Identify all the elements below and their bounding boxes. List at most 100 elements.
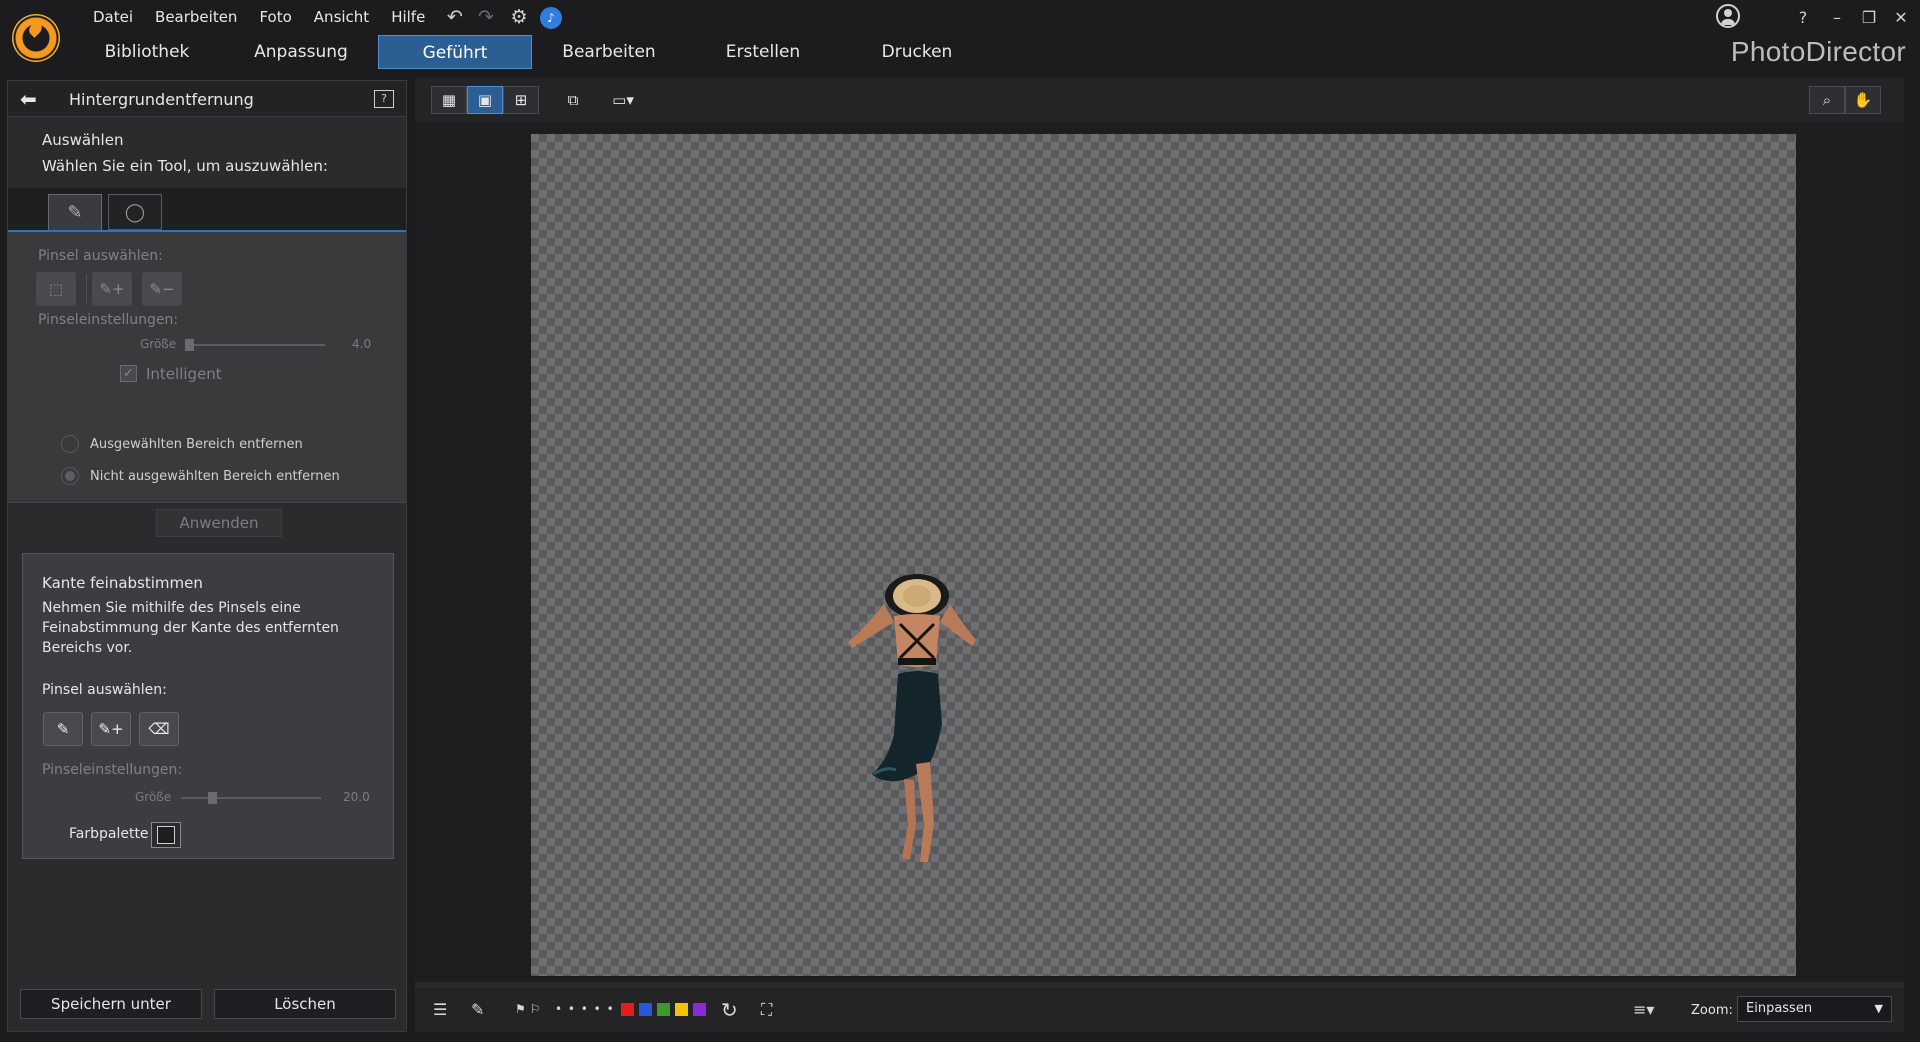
size-slider-knob[interactable] [185,339,194,351]
compare-view-icon[interactable]: ⧉ [555,86,591,114]
refine-brush-settings-label: Pinseleinstellungen: [42,762,183,778]
color-palette-swatch[interactable] [151,822,181,848]
refine-add-brush-icon[interactable]: ✎+ [91,712,131,746]
top-bar: Datei Bearbeiten Foto Ansicht Hilfe ↶ ↷ … [0,0,1920,76]
viewer-toolbar: ▦ ▣ ⊞ ⧉ ▭▾ ⌕ ✋ [415,78,1904,122]
image-viewer: ▦ ▣ ⊞ ⧉ ▭▾ ⌕ ✋ ☰ ✎ ⚑ ⚐ • • • • • ↻ ⛶ ≡▾ … [415,78,1904,1032]
canvas-area [415,122,1904,982]
select-heading: Auswählen [42,131,124,149]
auto-select-brush-icon[interactable]: ⬚ [36,272,76,306]
brand-wordmark: PhotoDirector [1730,36,1906,67]
refine-brush-select-label: Pinsel auswählen: [42,682,167,698]
rating-dots[interactable]: • • • • • [555,1002,615,1016]
panel-help-icon[interactable]: ? [374,90,394,108]
color-label-green[interactable] [657,1003,670,1016]
remove-selected-radio[interactable] [61,435,79,453]
menu-hilfe[interactable]: Hilfe [380,6,436,28]
module-tabs: Bibliothek Anpassung Geführt Bearbeiten … [70,35,994,69]
color-label-yellow[interactable] [675,1003,688,1016]
size-slider-track[interactable] [185,344,325,346]
delete-button[interactable]: Löschen [214,989,396,1019]
status-bar: ☰ ✎ ⚑ ⚐ • • • • • ↻ ⛶ ≡▾ Zoom: Einpassen… [415,988,1904,1032]
intelligent-checkbox[interactable]: ✓ [120,365,137,382]
menu-foto[interactable]: Foto [248,6,302,28]
selection-tool-tabs: ✎ ◯ [8,188,406,232]
refine-description: Nehmen Sie mithilfe des Pinsels eine Fei… [42,600,339,656]
remove-selected-label: Ausgewählten Bereich entfernen [90,437,303,452]
restore-icon[interactable]: ❐ [1856,4,1882,30]
menu-ansicht[interactable]: Ansicht [303,6,380,28]
cutout-woman-figure [848,574,976,862]
edit-tags-icon[interactable]: ✎ [471,1000,484,1019]
panel-header: ⬅ Hintergrundentfernung ? [8,81,406,117]
help-icon[interactable]: ? [1790,4,1816,30]
refine-eraser-icon[interactable]: ⌫ [139,712,179,746]
close-icon[interactable]: ✕ [1888,4,1914,30]
flag-icons[interactable]: ⚑ ⚐ [515,1002,540,1016]
menu-bearbeiten[interactable]: Bearbeiten [144,6,248,28]
refine-size-label: Größe [135,790,172,804]
remove-unselected-radio[interactable] [61,467,79,485]
rotate-icon[interactable]: ↻ [721,998,738,1022]
tab-gefuehrt[interactable]: Geführt [378,35,532,69]
refine-edge-box: Kante feinabstimmen Nehmen Sie mithilfe … [22,553,394,859]
color-label-blue[interactable] [639,1003,652,1016]
select-prompt: Wählen Sie ein Tool, um auszuwählen: [42,157,328,175]
display-mode-icon[interactable]: ▭▾ [601,86,645,114]
size-value: 4.0 [352,337,372,351]
panel-title: Hintergrundentfernung [69,90,254,109]
transparent-canvas[interactable] [531,134,1796,976]
hand-tool-icon[interactable]: ✋ [1845,86,1881,114]
refine-title: Kante feinabstimmen [42,574,203,592]
sort-options-icon[interactable]: ≡▾ [1633,1000,1654,1019]
refine-size-slider-track[interactable] [181,797,321,799]
divider [86,274,87,304]
settings-gear-icon[interactable]: ⚙ [507,6,531,28]
size-label: Größe [140,337,177,351]
undo-icon[interactable]: ↶ [443,6,467,28]
zoom-select[interactable]: Einpassen ▼ [1737,996,1892,1022]
user-account-icon[interactable] [1716,4,1740,28]
tab-anpassung[interactable]: Anpassung [224,35,378,69]
smart-brush-tool-tab[interactable]: ✎ [48,194,102,230]
zoom-label: Zoom: [1691,1003,1733,1018]
palette-label: Farbpalette [69,826,149,842]
tab-bearbeiten[interactable]: Bearbeiten [532,35,686,69]
menu-bar: Datei Bearbeiten Foto Ansicht Hilfe [82,6,436,28]
section-divider [8,502,406,503]
minimize-icon[interactable]: – [1824,4,1850,30]
tab-bibliothek[interactable]: Bibliothek [70,35,224,69]
intelligent-label: Intelligent [146,365,222,383]
menu-datei[interactable]: Datei [82,6,144,28]
apply-button[interactable]: Anwenden [156,509,282,537]
zoom-select-value: Einpassen [1746,1001,1813,1016]
notification-bell-icon[interactable]: ♪ [540,7,562,29]
tab-drucken[interactable]: Drucken [840,35,994,69]
tab-erstellen[interactable]: Erstellen [686,35,840,69]
single-view-icon[interactable]: ▣ [467,86,503,114]
brush-select-label: Pinsel auswählen: [38,248,163,264]
save-as-button[interactable]: Speichern unter [20,989,202,1019]
lasso-tool-tab[interactable]: ◯ [108,194,162,230]
subtract-brush-icon[interactable]: ✎− [142,272,182,306]
metadata-panel-icon[interactable]: ☰ [433,1000,447,1019]
remove-unselected-label: Nicht ausgewählten Bereich entfernen [90,469,340,484]
refine-size-value: 20.0 [343,790,370,804]
back-arrow-icon[interactable]: ⬅ [20,89,46,109]
brush-settings-label: Pinseleinstellungen: [38,312,179,328]
refine-brush-icon[interactable]: ✎ [43,712,83,746]
redo-icon[interactable]: ↷ [474,6,498,28]
before-after-view-icon[interactable]: ▦ [431,86,467,114]
refine-size-slider-knob[interactable] [208,792,217,804]
chevron-down-icon: ▼ [1874,1002,1883,1015]
zoom-tool-icon[interactable]: ⌕ [1809,86,1845,114]
brush-options-area: Pinsel auswählen: ⬚ ✎+ ✎− Pinseleinstell… [8,232,406,502]
background-removal-panel: ⬅ Hintergrundentfernung ? Auswählen Wähl… [7,80,407,1032]
photodirector-window: Datei Bearbeiten Foto Ansicht Hilfe ↶ ↷ … [0,0,1920,1042]
grid-view-icon[interactable]: ⊞ [503,86,539,114]
app-logo-icon [12,14,60,62]
crop-resize-icon[interactable]: ⛶ [761,1000,772,1020]
color-label-red[interactable] [621,1003,634,1016]
add-brush-icon[interactable]: ✎+ [92,272,132,306]
color-label-purple[interactable] [693,1003,706,1016]
